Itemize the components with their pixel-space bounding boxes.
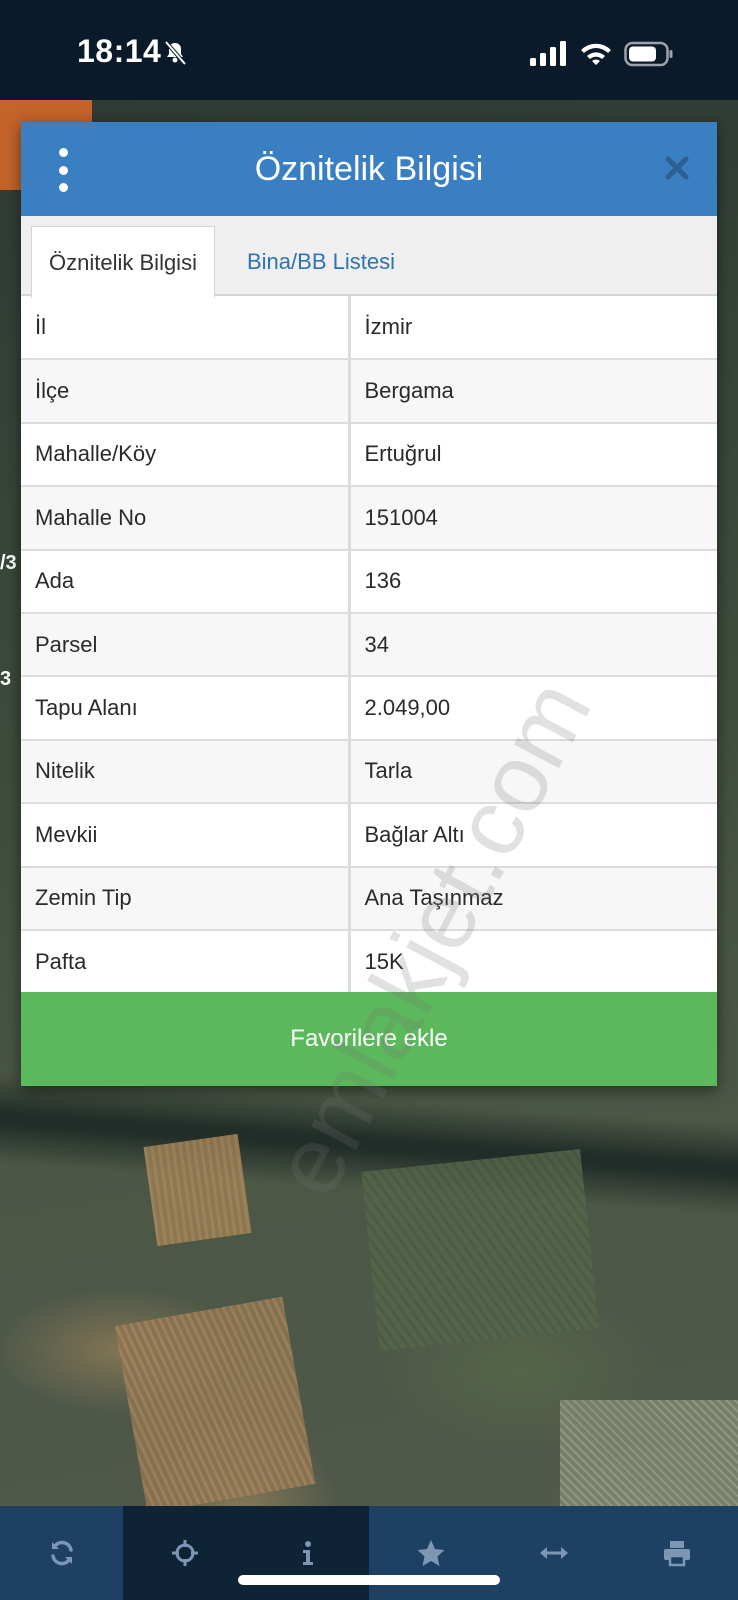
parcel-edge-label: 3	[0, 668, 12, 690]
bottom-toolbar	[0, 1506, 738, 1600]
table-row: Pafta 15K	[21, 929, 717, 994]
map-field	[143, 1133, 252, 1247]
status-bar: 18:14	[0, 0, 738, 100]
parcel-edge-label: /3	[0, 552, 17, 574]
attribute-info-dialog: Öznitelik Bilgisi Öznitelik Bilgisi Bina…	[21, 122, 717, 1213]
cellular-signal-icon	[530, 41, 566, 66]
attribute-value: 2.049,00	[349, 676, 717, 741]
home-indicator	[238, 1575, 500, 1585]
attribute-value: Bergama	[349, 359, 717, 424]
locate-button[interactable]	[123, 1506, 246, 1600]
attribute-key: Tapu Alanı	[21, 676, 351, 741]
attribute-key: Mahalle/Köy	[21, 422, 351, 488]
attribute-value: İzmir	[349, 296, 717, 361]
attribute-key: Pafta	[21, 929, 351, 994]
table-row: Mahalle No 151004	[21, 486, 717, 551]
attribute-key: Ada	[21, 549, 351, 614]
table-row: İl İzmir	[21, 296, 717, 361]
attribute-table: İl İzmir İlçe Bergama Mahalle/Köy Ertuğrul Mah…	[21, 296, 717, 994]
crosshair-icon	[171, 1540, 198, 1566]
attribute-value: Tarla	[349, 739, 717, 805]
measure-button[interactable]	[492, 1506, 615, 1600]
refresh-button[interactable]	[0, 1506, 123, 1600]
print-icon	[663, 1541, 690, 1567]
tab-attribute-info[interactable]: Öznitelik Bilgisi	[31, 226, 215, 298]
attribute-key: İlçe	[21, 359, 351, 424]
star-icon	[417, 1540, 444, 1566]
table-row: Nitelik Tarla	[21, 739, 717, 805]
attribute-value: 34	[349, 612, 717, 678]
attribute-value: Ana Taşınmaz	[349, 866, 717, 931]
dialog-title: Öznitelik Bilgisi	[254, 150, 484, 188]
bell-muted-icon	[164, 40, 187, 66]
favorites-button[interactable]	[369, 1506, 492, 1600]
refresh-icon	[50, 1540, 73, 1566]
table-row: Ada 136	[21, 549, 717, 614]
attribute-key: Mahalle No	[21, 486, 351, 551]
attribute-value: 136	[349, 549, 717, 614]
attribute-value: Bağlar Altı	[349, 803, 717, 868]
map-field	[361, 1148, 599, 1352]
dialog-tabs: Öznitelik Bilgisi Bina/BB Listesi	[21, 216, 717, 298]
table-row: Tapu Alanı 2.049,00	[21, 676, 717, 741]
print-button[interactable]	[615, 1506, 738, 1600]
add-to-favorites-button[interactable]: Favorilere ekle	[21, 992, 717, 1086]
battery-icon	[624, 41, 673, 67]
table-row: Mevkii Bağlar Altı	[21, 803, 717, 868]
attribute-value: 151004	[349, 486, 717, 551]
dialog-header: Öznitelik Bilgisi	[21, 122, 717, 216]
map-field	[114, 1296, 316, 1514]
info-icon	[302, 1541, 313, 1565]
attribute-key: Zemin Tip	[21, 866, 351, 931]
table-row: İlçe Bergama	[21, 359, 717, 424]
attribute-key: Mevkii	[21, 803, 351, 868]
attribute-value: 15K	[349, 929, 717, 994]
attribute-key: Parsel	[21, 612, 351, 678]
table-row: Parsel 34	[21, 612, 717, 678]
attribute-key: İl	[21, 296, 351, 361]
measure-arrows-icon	[539, 1547, 568, 1559]
wifi-icon	[581, 43, 611, 65]
tab-building-list[interactable]: Bina/BB Listesi	[231, 226, 411, 298]
status-time: 18:14	[77, 33, 162, 69]
table-row: Mahalle/Köy Ertuğrul	[21, 422, 717, 488]
attribute-value: Ertuğrul	[349, 422, 717, 488]
table-row: Zemin Tip Ana Taşınmaz	[21, 866, 717, 931]
attribute-key: Nitelik	[21, 739, 351, 805]
info-button[interactable]	[246, 1506, 369, 1600]
close-icon[interactable]	[661, 152, 693, 184]
